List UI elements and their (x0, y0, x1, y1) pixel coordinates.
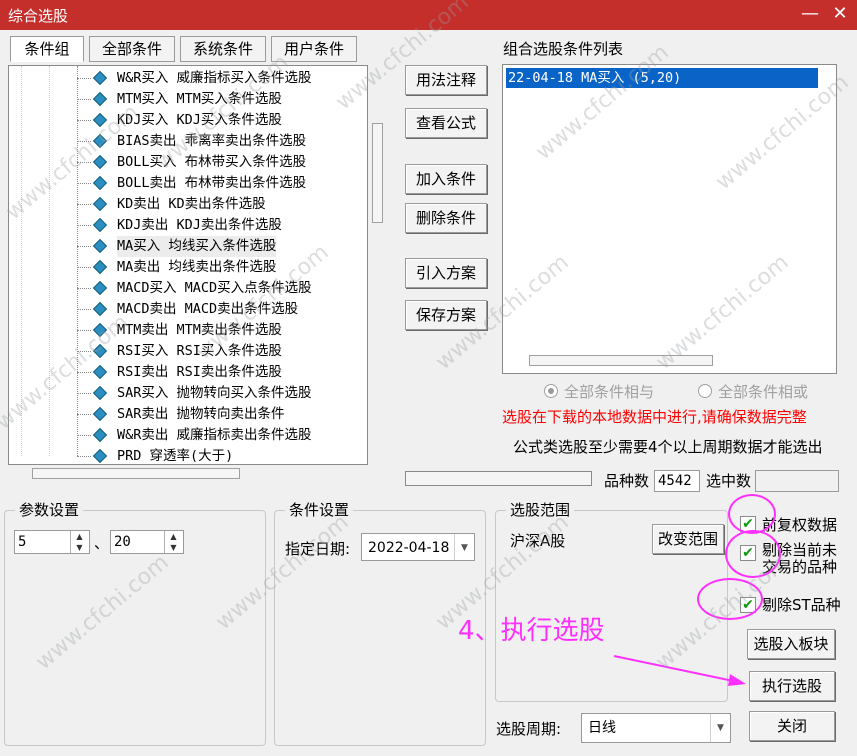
annotation-text: 4、执行选股 (458, 616, 605, 646)
diamond-icon (92, 322, 108, 338)
tree-item-label: RSI买入 RSI买入条件选股 (117, 343, 282, 359)
view-formula-button[interactable]: 查看公式 (405, 108, 487, 138)
tree-item-label: PRD 穿透率(大于) (117, 448, 234, 464)
execute-screening-button[interactable]: 执行选股 (749, 671, 835, 701)
tree-item-label: KD卖出 KD卖出条件选股 (117, 196, 266, 212)
progress-bar (405, 471, 592, 486)
selected-count-label: 选中数 (706, 472, 752, 490)
usage-note-button[interactable]: 用法注释 (405, 65, 487, 95)
diamond-icon (92, 427, 108, 443)
tree-item-label: MA买入 均线买入条件选股 (117, 236, 277, 257)
condition-list[interactable]: 22-04-18 MA买入 (5,20) (502, 64, 837, 374)
tab-user-conditions[interactable]: 用户条件 (271, 36, 357, 62)
diamond-icon (92, 280, 108, 296)
diamond-icon (92, 259, 108, 275)
diamond-icon (92, 154, 108, 170)
param-1-spinner[interactable]: ▲ ▼ (70, 531, 88, 553)
condition-list-heading: 组合选股条件列表 (503, 40, 624, 58)
tree-item-label: SAR卖出 抛物转向卖出条件 (117, 406, 285, 422)
condition-list-hscrollbar[interactable] (529, 355, 713, 366)
stock-screening-window: 综合选股 — ✕ 条件组 全部条件 系统条件 用户条件 W&R买入 威廉指标买入… (0, 0, 857, 756)
market-label: 沪深A股 (510, 532, 566, 550)
chevron-down-icon[interactable]: ▼ (710, 714, 730, 742)
variety-count-label: 品种数 (604, 472, 650, 490)
param-separator: 、 (94, 534, 110, 552)
tree-vertical-scrollbar[interactable] (372, 123, 383, 223)
highlight-circle-forward-adjust (728, 494, 776, 534)
diamond-icon (92, 406, 108, 422)
change-range-button[interactable]: 改变范围 (652, 524, 724, 554)
close-window-button[interactable]: ✕ (828, 3, 852, 27)
data-warning-text: 选股在下载的本地数据中进行,请确保数据完整 (502, 408, 807, 426)
add-condition-button[interactable]: 加入条件 (405, 164, 487, 194)
chevron-down-icon[interactable]: ▼ (454, 534, 474, 560)
tree-item-label: MTM卖出 MTM卖出条件选股 (117, 322, 282, 338)
tab-all-conditions[interactable]: 全部条件 (89, 36, 175, 62)
diamond-icon (92, 301, 108, 317)
condition-tree[interactable]: W&R买入 威廉指标买入条件选股 MTM买入 MTM买入条件选股 KDJ买入 KDJ… (8, 65, 368, 465)
param-2-spinner[interactable]: ▲ ▼ (164, 531, 182, 553)
date-label: 指定日期: (285, 540, 351, 558)
tree-item-label: MACD卖出 MACD卖出条件选股 (117, 301, 299, 317)
exclude-st-label: 剔除ST品种 (762, 596, 841, 614)
and-radio[interactable] (544, 384, 558, 398)
close-button[interactable]: 关闭 (749, 711, 835, 741)
and-radio-label: 全部条件相与 (564, 383, 655, 401)
date-picker[interactable]: 2022-04-18 ▼ (361, 533, 475, 561)
period-value: 日线 (588, 720, 616, 736)
date-value: 2022-04-18 (368, 540, 450, 556)
period-label: 选股周期: (496, 720, 562, 738)
condition-list-item[interactable]: 22-04-18 MA买入 (5,20) (506, 68, 818, 88)
tree-item-label: KDJ卖出 KDJ卖出条件选股 (117, 217, 282, 233)
range-heading: 选股范围 (506, 500, 575, 520)
diamond-icon (92, 175, 108, 191)
tree-item-label: MACD买入 MACD买入点条件选股 (117, 280, 312, 296)
tree-item-label: BIAS卖出 乖离率卖出条件选股 (117, 133, 307, 149)
diamond-icon (92, 217, 108, 233)
diamond-icon (92, 238, 108, 254)
diamond-icon (92, 364, 108, 380)
diamond-icon (92, 196, 108, 212)
window-title: 综合选股 (8, 7, 69, 25)
to-block-button[interactable]: 选股入板块 (747, 629, 835, 659)
tree-item-label: BOLL卖出 布林带卖出条件选股 (117, 175, 307, 191)
param-settings-heading: 参数设置 (15, 500, 84, 520)
or-radio[interactable] (698, 384, 712, 398)
import-plan-button[interactable]: 引入方案 (405, 258, 487, 288)
diamond-icon (92, 448, 108, 464)
tree-item-label: SAR买入 抛物转向买入条件选股 (117, 385, 312, 401)
highlight-circle-st (697, 578, 763, 620)
tree-item-label: W&R买入 威廉指标买入条件选股 (117, 70, 312, 86)
diamond-icon (92, 385, 108, 401)
tree-item-label: MTM买入 MTM买入条件选股 (117, 91, 282, 107)
diamond-icon (92, 133, 108, 149)
or-radio-label: 全部条件相或 (718, 383, 809, 401)
tree-item-label: MA卖出 均线卖出条件选股 (117, 259, 277, 275)
diamond-icon (92, 112, 108, 128)
annotation-arrow (613, 655, 746, 686)
highlight-circle-untradable (725, 530, 781, 578)
title-bar: 综合选股 — ✕ (0, 0, 857, 30)
tab-condition-group[interactable]: 条件组 (10, 36, 84, 62)
diamond-icon (92, 343, 108, 359)
tree-item-label: W&R卖出 威廉指标卖出条件选股 (117, 427, 312, 443)
variety-count-value: 4542 (654, 470, 700, 492)
tree-horizontal-scrollbar[interactable] (32, 468, 240, 479)
tree-item-label: RSI卖出 RSI卖出条件选股 (117, 364, 282, 380)
period-select[interactable]: 日线 ▼ (581, 713, 731, 743)
diamond-icon (92, 70, 108, 86)
tree-item-label: BOLL买入 布林带买入条件选股 (117, 154, 307, 170)
condition-settings-heading: 条件设置 (285, 500, 354, 520)
save-plan-button[interactable]: 保存方案 (405, 300, 487, 330)
tree-item-label: KDJ买入 KDJ买入条件选股 (117, 112, 282, 128)
diamond-icon (92, 91, 108, 107)
minimize-button[interactable]: — (798, 3, 822, 27)
tab-system-conditions[interactable]: 系统条件 (180, 36, 266, 62)
selected-count-value (755, 470, 839, 492)
period-info-text: 公式类选股至少需要4个以上周期数据才能选出 (513, 438, 823, 456)
delete-condition-button[interactable]: 删除条件 (405, 203, 487, 233)
